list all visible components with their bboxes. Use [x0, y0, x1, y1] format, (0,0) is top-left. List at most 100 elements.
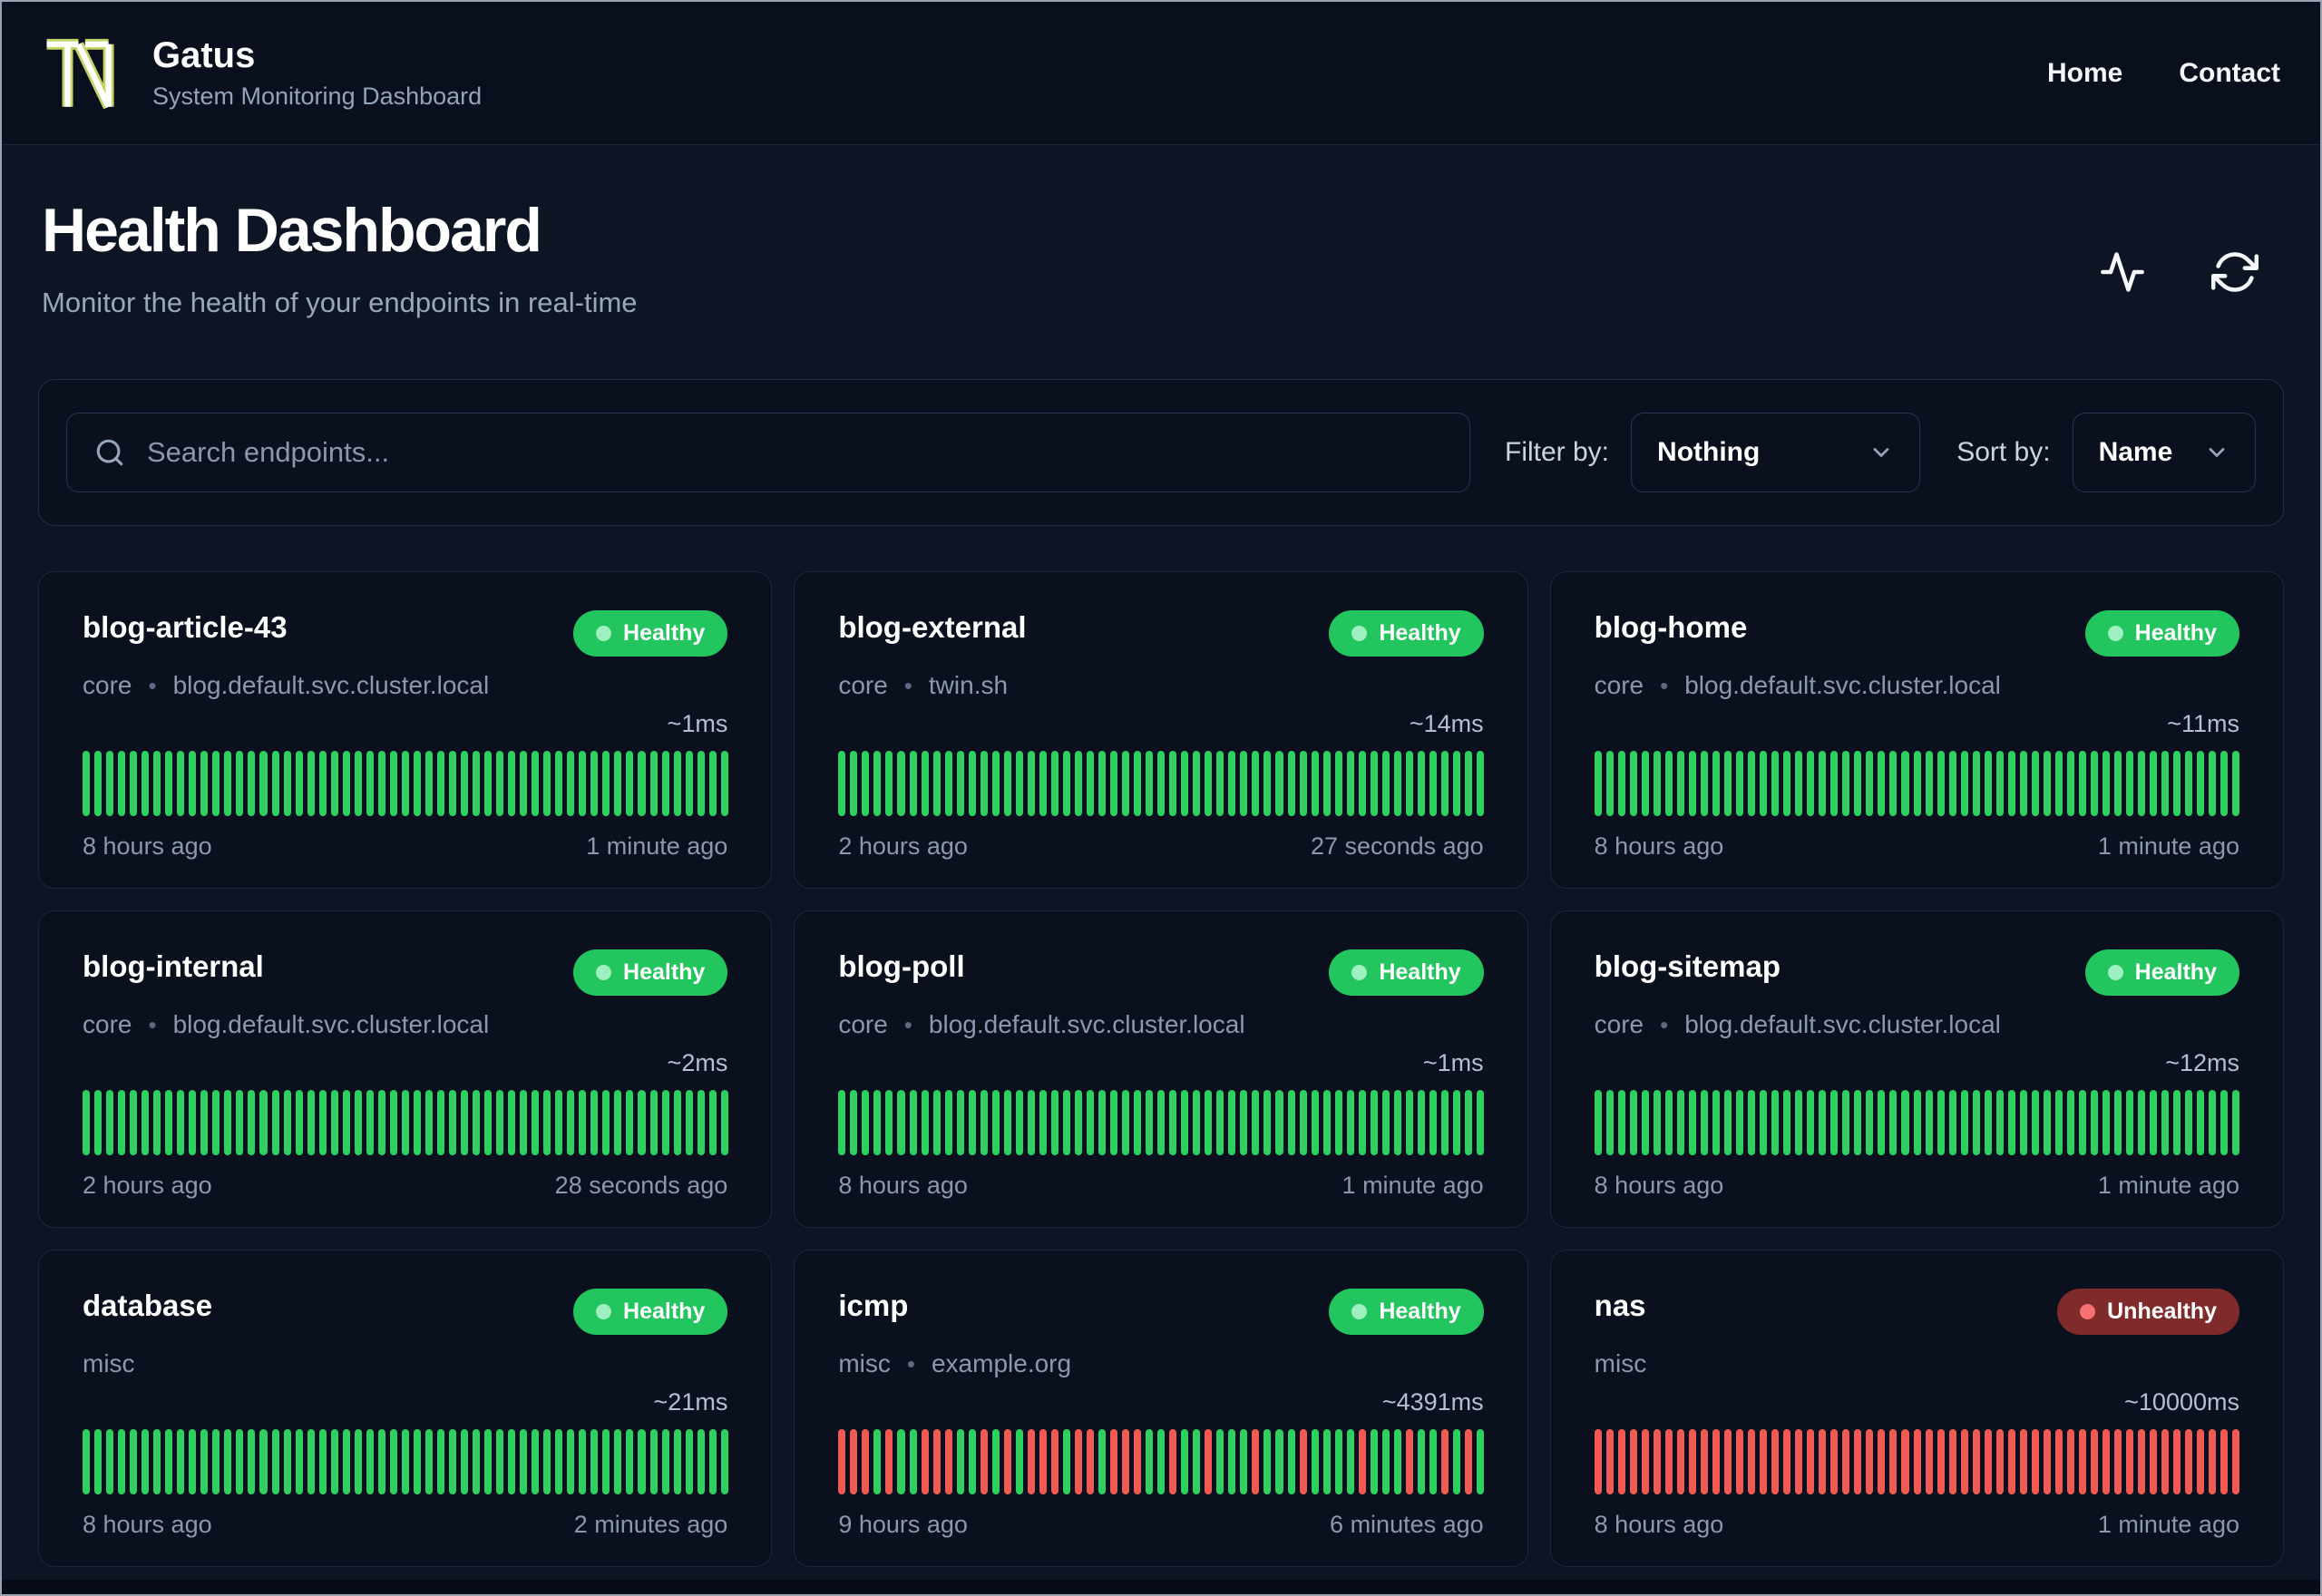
uptime-bar[interactable]	[661, 1429, 669, 1494]
uptime-bar[interactable]	[1901, 1090, 1909, 1155]
uptime-bar[interactable]	[1878, 1429, 1886, 1494]
uptime-bar[interactable]	[212, 751, 220, 816]
uptime-bar[interactable]	[1830, 1090, 1839, 1155]
uptime-bar[interactable]	[1783, 1429, 1791, 1494]
uptime-bar[interactable]	[283, 1429, 291, 1494]
uptime-bar[interactable]	[1098, 751, 1107, 816]
uptime-bar[interactable]	[473, 1429, 481, 1494]
uptime-bar[interactable]	[1299, 751, 1307, 816]
uptime-bar[interactable]	[1641, 1429, 1649, 1494]
uptime-bar[interactable]	[862, 1429, 870, 1494]
uptime-bar[interactable]	[1830, 751, 1839, 816]
uptime-bar[interactable]	[1358, 1429, 1366, 1494]
uptime-bar[interactable]	[1169, 1429, 1177, 1494]
uptime-bar[interactable]	[1050, 1429, 1059, 1494]
uptime-bar[interactable]	[555, 1090, 563, 1155]
uptime-bar[interactable]	[862, 1090, 870, 1155]
uptime-bar[interactable]	[130, 751, 138, 816]
uptime-bar[interactable]	[307, 1429, 315, 1494]
uptime-bar[interactable]	[224, 1429, 232, 1494]
uptime-bar[interactable]	[165, 1429, 173, 1494]
uptime-bar[interactable]	[200, 1090, 209, 1155]
uptime-bar[interactable]	[1098, 1090, 1107, 1155]
uptime-bar[interactable]	[1157, 1429, 1166, 1494]
uptime-bar[interactable]	[1771, 1429, 1780, 1494]
uptime-bar[interactable]	[330, 751, 338, 816]
uptime-bar[interactable]	[2090, 1429, 2098, 1494]
uptime-bar[interactable]	[508, 751, 516, 816]
uptime-bar[interactable]	[1393, 751, 1401, 816]
uptime-bar[interactable]	[1405, 751, 1413, 816]
uptime-bar[interactable]	[448, 1429, 456, 1494]
uptime-bar[interactable]	[141, 751, 150, 816]
uptime-bar[interactable]	[1795, 1090, 1803, 1155]
uptime-bar[interactable]	[909, 751, 917, 816]
uptime-bar[interactable]	[2232, 1429, 2240, 1494]
uptime-bar[interactable]	[2185, 1429, 2193, 1494]
uptime-bar[interactable]	[2197, 1090, 2205, 1155]
uptime-bar[interactable]	[1181, 1429, 1189, 1494]
uptime-bar[interactable]	[1972, 1429, 1980, 1494]
uptime-bar[interactable]	[1322, 751, 1331, 816]
uptime-bar[interactable]	[1960, 1090, 1968, 1155]
uptime-bar[interactable]	[212, 1429, 220, 1494]
uptime-bar[interactable]	[1688, 751, 1696, 816]
uptime-bar[interactable]	[2102, 751, 2111, 816]
uptime-bar[interactable]	[94, 1429, 102, 1494]
uptime-bar[interactable]	[118, 1429, 126, 1494]
uptime-bar[interactable]	[342, 1429, 350, 1494]
uptime-bar[interactable]	[461, 1429, 469, 1494]
uptime-bar[interactable]	[1641, 751, 1649, 816]
uptime-bar[interactable]	[590, 1090, 599, 1155]
uptime-bar[interactable]	[720, 751, 728, 816]
uptime-bar[interactable]	[1452, 751, 1460, 816]
uptime-bar[interactable]	[413, 1429, 421, 1494]
uptime-bar[interactable]	[1275, 751, 1283, 816]
uptime-bar[interactable]	[1724, 1090, 1732, 1155]
uptime-bar[interactable]	[1736, 1429, 1744, 1494]
uptime-bar[interactable]	[165, 1090, 173, 1155]
uptime-bar[interactable]	[1629, 751, 1637, 816]
uptime-bar[interactable]	[1074, 751, 1082, 816]
uptime-bar[interactable]	[909, 1429, 917, 1494]
uptime-bar[interactable]	[1050, 751, 1059, 816]
uptime-bar[interactable]	[236, 1429, 244, 1494]
uptime-bar[interactable]	[1889, 751, 1898, 816]
uptime-bar[interactable]	[2019, 751, 2027, 816]
uptime-bar[interactable]	[909, 1090, 917, 1155]
uptime-bar[interactable]	[1169, 751, 1177, 816]
uptime-bar[interactable]	[1370, 751, 1378, 816]
uptime-bar[interactable]	[1688, 1090, 1696, 1155]
uptime-bar[interactable]	[1617, 751, 1625, 816]
search-input[interactable]	[145, 435, 1442, 470]
uptime-bar[interactable]	[838, 751, 846, 816]
uptime-bar[interactable]	[1134, 1090, 1142, 1155]
uptime-bar[interactable]	[354, 1429, 362, 1494]
uptime-bar[interactable]	[590, 751, 599, 816]
uptime-bar[interactable]	[673, 1090, 681, 1155]
uptime-bar[interactable]	[708, 751, 717, 816]
uptime-bar[interactable]	[1157, 751, 1166, 816]
uptime-bar[interactable]	[1653, 1090, 1661, 1155]
uptime-bar[interactable]	[1783, 1090, 1791, 1155]
uptime-bar[interactable]	[1783, 751, 1791, 816]
uptime-bar[interactable]	[141, 1090, 150, 1155]
uptime-bar[interactable]	[2114, 1429, 2122, 1494]
endpoint-card[interactable]: database Healthy misc • ~21ms 8 hours ag…	[38, 1250, 773, 1567]
uptime-bar[interactable]	[1901, 1429, 1909, 1494]
uptime-bar[interactable]	[1205, 1429, 1213, 1494]
uptime-bar[interactable]	[532, 751, 540, 816]
uptime-bar[interactable]	[1807, 1429, 1815, 1494]
uptime-bar[interactable]	[2150, 751, 2158, 816]
uptime-bar[interactable]	[318, 1429, 327, 1494]
uptime-bar[interactable]	[496, 751, 504, 816]
uptime-bar[interactable]	[873, 751, 882, 816]
uptime-bar[interactable]	[1477, 1090, 1485, 1155]
uptime-bar[interactable]	[1086, 1429, 1095, 1494]
uptime-bar[interactable]	[555, 751, 563, 816]
uptime-bar[interactable]	[1712, 751, 1720, 816]
uptime-bar[interactable]	[2066, 751, 2074, 816]
uptime-bar[interactable]	[2126, 1090, 2134, 1155]
uptime-bar[interactable]	[1937, 1090, 1945, 1155]
uptime-bar[interactable]	[2173, 751, 2181, 816]
